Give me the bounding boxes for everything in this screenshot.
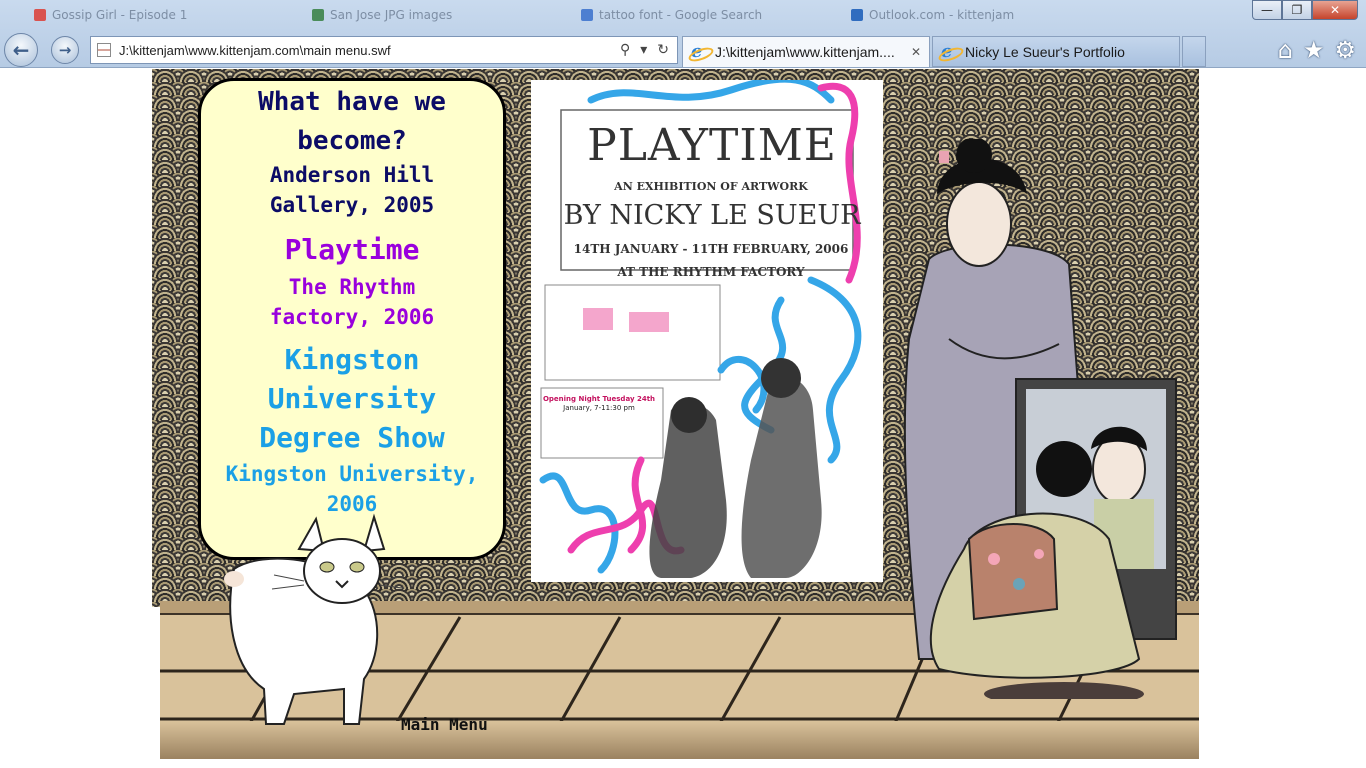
browser-toolbar-icons: ⌂ ★ ⚙ xyxy=(1278,36,1356,64)
background-tab-strip: Gossip Girl - Episode 1 San Jose JPG ima… xyxy=(0,0,1230,30)
new-tab-button[interactable] xyxy=(1182,36,1206,67)
tab-label: Nicky Le Sueur's Portfolio xyxy=(965,43,1125,60)
poster-title: PLAYTIME xyxy=(587,120,837,171)
forward-arrow-icon: → xyxy=(58,41,72,59)
refresh-icon[interactable]: ↻ xyxy=(657,42,669,58)
window-controls: — ❐ ✕ xyxy=(1252,0,1358,20)
exhibition-venue-line-2: Gallery, 2005 xyxy=(269,193,435,217)
opening-night-time: January, 7-11:30 pm xyxy=(563,404,635,412)
poster-artist: BY NICKY LE SUEUR xyxy=(563,200,861,231)
background-tab-label: Outlook.com - kittenjam xyxy=(869,8,1015,22)
address-bar[interactable]: J:\kittenjam\www.kittenjam.com\main menu… xyxy=(90,36,678,64)
forward-button[interactable]: → xyxy=(51,36,79,64)
exhibition-heading-line-1[interactable]: What have we xyxy=(201,87,503,117)
background-tab[interactable]: Gossip Girl - Episode 1 xyxy=(28,4,258,26)
tab-portfolio[interactable]: e Nicky Le Sueur's Portfolio xyxy=(932,36,1180,67)
poster-dates: 14TH JANUARY - 11TH FEBRUARY, 2006 xyxy=(573,242,849,256)
page-icon xyxy=(97,43,111,57)
playtime-link[interactable]: Playtime xyxy=(201,233,503,266)
site-favicon-icon xyxy=(851,9,863,21)
address-tools: ⚲ ▾ ↻ xyxy=(620,42,677,58)
background-tab-label: tattoo font - Google Search xyxy=(599,8,763,22)
poster-opening-night: Opening Night Tuesday 24th January, 7-11… xyxy=(539,395,659,413)
exhibitions-panel: What have we become? Anderson Hill Galle… xyxy=(198,78,506,560)
back-button[interactable]: ← xyxy=(4,33,38,67)
playtime-venue-line-1: The Rhythm xyxy=(288,275,416,299)
star-icon[interactable]: ★ xyxy=(1303,36,1325,64)
background-tab-label: San Jose JPG images xyxy=(330,8,453,22)
tab-close-icon[interactable]: ✕ xyxy=(911,45,921,59)
poster-venue: AT THE RHYTHM FACTORY xyxy=(617,265,805,279)
kingston-venue-line-1: Kingston University, xyxy=(225,462,479,486)
kingston-link-line-1[interactable]: Kingston xyxy=(201,343,503,376)
gear-icon[interactable]: ⚙ xyxy=(1334,36,1356,64)
site-favicon-icon xyxy=(312,9,324,21)
poster-subtitle: AN EXHIBITION OF ARTWORK xyxy=(614,180,808,193)
exhibition-heading-line-2[interactable]: become? xyxy=(201,126,503,156)
background-tab[interactable]: San Jose JPG images xyxy=(306,4,556,26)
geisha-illustration xyxy=(903,139,1177,699)
browser-chrome: Gossip Girl - Episode 1 San Jose JPG ima… xyxy=(0,0,1366,68)
exhibition-venue-line-1: Anderson Hill xyxy=(269,163,435,187)
restore-icon: ❐ xyxy=(1291,3,1303,17)
tab-label: J:\kittenjam\www.kittenjam.... xyxy=(715,44,895,60)
background-tab-label: Gossip Girl - Episode 1 xyxy=(52,8,188,22)
playtime-venue-line-2: factory, 2006 xyxy=(269,305,435,329)
close-window-button[interactable]: ✕ xyxy=(1312,0,1358,20)
tab-kittenjam[interactable]: e J:\kittenjam\www.kittenjam.... ✕ xyxy=(682,36,930,67)
kingston-link-line-2[interactable]: University xyxy=(201,382,503,415)
site-favicon-icon xyxy=(34,9,46,21)
playtime-poster: PLAYTIME AN EXHIBITION OF ARTWORK BY NIC… xyxy=(531,80,883,582)
site-favicon-icon xyxy=(581,9,593,21)
minimize-icon: — xyxy=(1261,3,1273,17)
dropdown-icon[interactable]: ▾ xyxy=(640,42,647,58)
address-url[interactable]: J:\kittenjam\www.kittenjam.com\main menu… xyxy=(119,43,620,58)
background-tab[interactable]: Outlook.com - kittenjam xyxy=(845,4,1055,26)
restore-button[interactable]: ❐ xyxy=(1282,0,1312,20)
search-icon[interactable]: ⚲ xyxy=(620,42,630,58)
home-icon[interactable]: ⌂ xyxy=(1278,36,1293,64)
background-tab[interactable]: tattoo font - Google Search xyxy=(575,4,815,26)
main-menu-button[interactable]: Main Menu xyxy=(401,715,488,734)
opening-night-heading: Opening Night Tuesday 24th xyxy=(542,395,656,403)
back-arrow-icon: ← xyxy=(12,38,30,62)
white-cat-illustration xyxy=(224,513,404,725)
minimize-button[interactable]: — xyxy=(1252,0,1282,20)
ie-icon: e xyxy=(941,42,959,61)
ie-icon: e xyxy=(691,43,709,61)
flash-stage: What have we become? Anderson Hill Galle… xyxy=(152,69,1199,760)
kingston-link-line-3[interactable]: Degree Show xyxy=(201,421,503,454)
close-icon: ✕ xyxy=(1329,3,1341,17)
